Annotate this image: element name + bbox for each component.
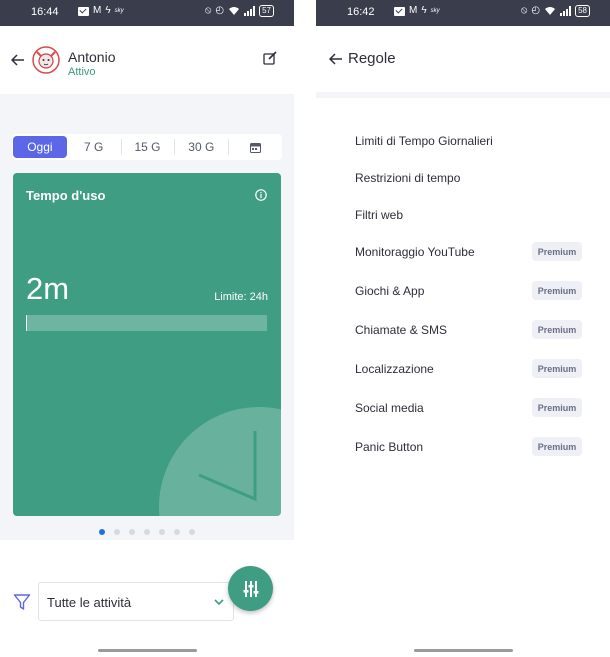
tab-7-days-label: 7 G [84, 140, 104, 154]
rule-label: Limiti di Tempo Giornalieri [355, 134, 493, 148]
usage-title: Tempo d'uso [26, 188, 106, 203]
wifi-icon [229, 7, 240, 15]
sky-icon: sky [430, 8, 440, 14]
status-bar: 16:42 M ϟ sky ⦸ ◴ 58 [316, 0, 610, 26]
rules-fab-button[interactable] [228, 566, 273, 611]
app-icon: ϟ [105, 5, 111, 16]
clock-illustration [159, 407, 281, 516]
carousel-dot[interactable] [189, 529, 195, 535]
filter-icon[interactable] [13, 593, 31, 611]
usage-value: 2m [26, 271, 70, 306]
rules-screen: 16:42 M ϟ sky ⦸ ◴ 58 Regole Limiti di Te… [316, 0, 610, 657]
tab-today-label: Oggi [27, 140, 53, 154]
battery-indicator: 58 [575, 5, 590, 17]
sliders-icon [243, 580, 258, 597]
rule-item-location[interactable]: Localizzazione Premium [355, 358, 595, 380]
tab-calendar[interactable] [228, 136, 282, 158]
rule-label: Monitoraggio YouTube [355, 245, 475, 259]
notification-icons: M ϟ sky [78, 5, 124, 17]
tab-30-days[interactable]: 30 G [174, 136, 228, 158]
notification-icons: M ϟ sky [394, 5, 440, 17]
rule-item-calls-sms[interactable]: Chiamate & SMS Premium [355, 319, 595, 341]
signal-icon [244, 6, 256, 16]
child-overview-screen: 16:44 M ϟ sky ⦸ ◴ 57 Antonio Attivo Oggi… [0, 0, 294, 657]
signal-icon [560, 6, 572, 16]
usage-time-card[interactable]: Tempo d'uso 2m Limite: 24h [13, 173, 281, 516]
app-icon: ϟ [421, 5, 427, 16]
tab-7-days[interactable]: 7 G [67, 136, 121, 158]
rule-label: Restrizioni di tempo [355, 171, 461, 185]
rule-label: Social media [355, 401, 424, 415]
wifi-icon [545, 7, 556, 15]
rule-item-daily-time-limits[interactable]: Limiti di Tempo Giornalieri [355, 130, 595, 152]
carousel-dot[interactable] [159, 529, 165, 535]
mute-icon: ⦸ [204, 5, 212, 16]
carousel-dot[interactable] [129, 529, 135, 535]
rule-item-time-restrictions[interactable]: Restrizioni di tempo [355, 167, 595, 189]
edit-button[interactable] [262, 50, 282, 70]
status-time: 16:42 [347, 6, 375, 18]
system-icons: ⦸ ◴ 58 [521, 5, 590, 17]
carousel-dot[interactable] [99, 529, 105, 535]
child-status: Attivo [68, 66, 96, 78]
header-divider [316, 92, 610, 98]
edit-icon [263, 51, 277, 65]
home-indicator[interactable] [98, 649, 197, 652]
period-selector: Oggi 7 G 15 G 30 G [12, 134, 282, 160]
premium-badge: Premium [532, 398, 582, 417]
status-time: 16:44 [31, 6, 59, 18]
rule-item-games-apps[interactable]: Giochi & App Premium [355, 280, 595, 302]
carousel-dots [99, 529, 195, 535]
avatar[interactable] [32, 46, 60, 74]
tab-15-days[interactable]: 15 G [120, 136, 175, 158]
activity-filter-value: Tutte le attività [47, 595, 132, 610]
sky-icon: sky [114, 8, 124, 14]
premium-badge: Premium [532, 437, 582, 456]
rule-label: Giochi & App [355, 284, 425, 298]
alarm-icon: ◴ [531, 5, 541, 16]
premium-badge: Premium [532, 281, 582, 300]
status-bar: 16:44 M ϟ sky ⦸ ◴ 57 [0, 0, 294, 26]
rule-label: Panic Button [355, 440, 424, 454]
rule-label: Filtri web [355, 208, 404, 222]
premium-badge: Premium [532, 320, 582, 339]
system-icons: ⦸ ◴ 57 [205, 5, 274, 17]
tab-today[interactable]: Oggi [13, 136, 67, 158]
rule-item-panic-button[interactable]: Panic Button Premium [355, 436, 595, 458]
mail-icon [394, 6, 405, 16]
arrow-left-icon [329, 53, 342, 65]
calendar-icon [249, 142, 261, 153]
gmail-icon: M [93, 5, 102, 16]
gmail-icon: M [409, 5, 418, 16]
usage-progress-bar [26, 315, 267, 331]
rule-item-youtube-monitoring[interactable]: Monitoraggio YouTube Premium [355, 241, 595, 263]
mute-icon: ⦸ [520, 5, 528, 16]
carousel-dot[interactable] [114, 529, 120, 535]
page-title: Regole [348, 50, 396, 67]
back-button[interactable] [326, 49, 346, 69]
rule-label: Chiamate & SMS [355, 323, 448, 337]
child-name: Antonio [68, 49, 116, 65]
rule-item-social-media[interactable]: Social media Premium [355, 397, 595, 419]
carousel-dot[interactable] [144, 529, 150, 535]
activity-filter-select[interactable]: Tutte le attività [38, 582, 234, 621]
back-button[interactable] [8, 50, 28, 70]
battery-indicator: 57 [259, 5, 274, 17]
premium-badge: Premium [532, 242, 582, 261]
child-header: Antonio Attivo [0, 26, 294, 94]
arrow-left-icon [11, 54, 24, 66]
home-indicator[interactable] [414, 649, 513, 652]
usage-limit: Limite: 24h [214, 291, 268, 303]
rule-label: Localizzazione [355, 362, 434, 376]
carousel-dot[interactable] [174, 529, 180, 535]
chevron-down-icon [214, 599, 224, 606]
mail-icon [78, 6, 89, 16]
premium-badge: Premium [532, 359, 582, 378]
rules-header: Regole [316, 26, 610, 92]
alarm-icon: ◴ [215, 5, 225, 16]
tab-30-days-label: 30 G [188, 140, 215, 154]
info-icon[interactable] [255, 189, 267, 201]
tab-15-days-label: 15 G [134, 140, 161, 154]
rule-item-web-filters[interactable]: Filtri web [355, 204, 595, 226]
